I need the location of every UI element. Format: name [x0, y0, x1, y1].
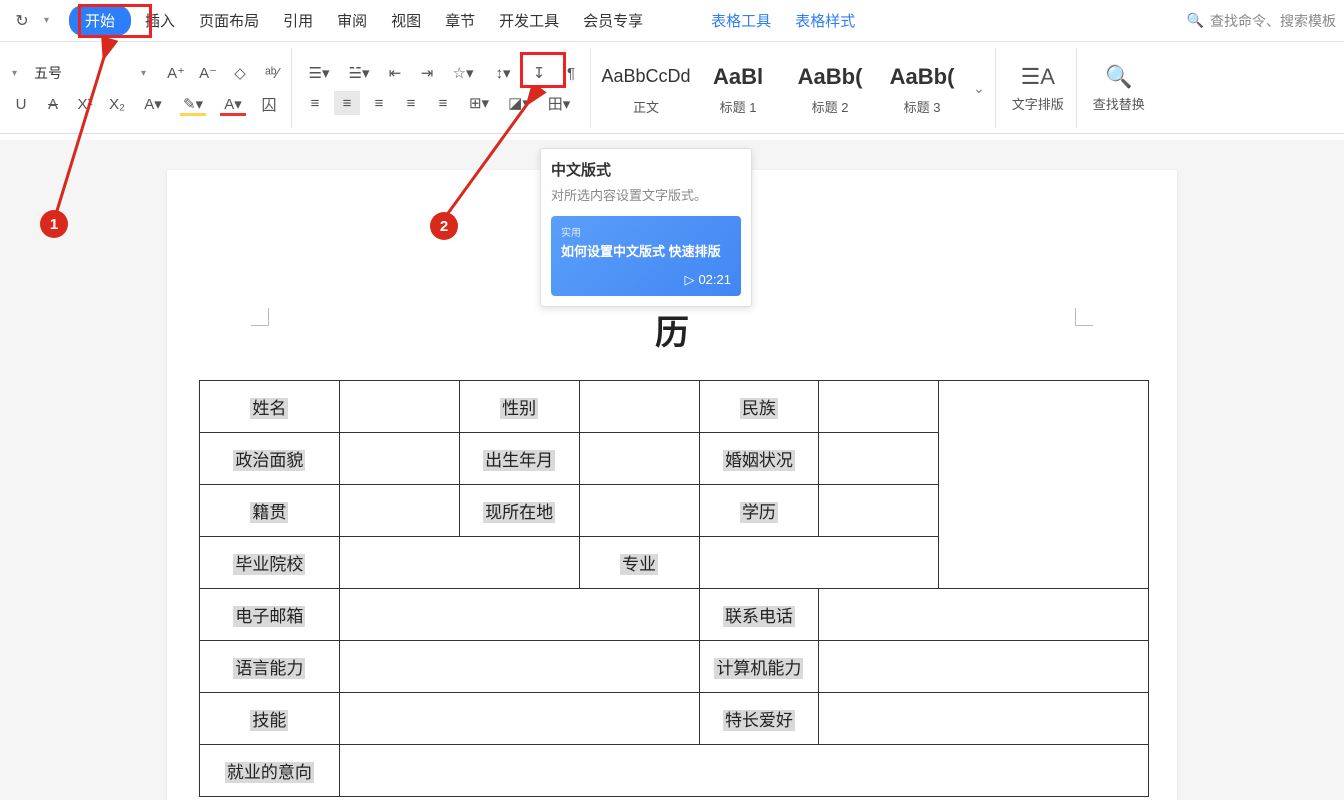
character-border-button[interactable]: 囚 [256, 92, 282, 116]
document-title-fragment: 历 [167, 305, 1177, 354]
callout-2: 2 [430, 212, 458, 240]
magnifier-icon: 🔍 [1105, 64, 1132, 90]
resume-table[interactable]: 姓名 性别 民族 政治面貌 出生年月 婚姻状况 籍贯 现所在地 学历 毕业院校 … [199, 380, 1149, 797]
bullets-button[interactable]: ☰▾ [302, 61, 336, 85]
increase-font-button[interactable]: A⁺ [163, 61, 189, 85]
shading-button[interactable]: ◪▾ [502, 91, 536, 115]
borders-button[interactable]: 田▾ [542, 91, 576, 115]
decrease-font-button[interactable]: A⁻ [195, 61, 221, 85]
font-size-selector[interactable]: 五号 ▾ [27, 60, 157, 86]
increase-indent-button[interactable]: ⇥ [414, 61, 440, 85]
paragraph-group: ☰▾ ☱▾ ⇤ ⇥ ☆▾ ↕▾ ↧ ¶ ≡ ≡ ≡ ≡ ≡ ⊞▾ ◪▾ 田▾ [296, 48, 591, 128]
find-replace-group[interactable]: 🔍 查找替换 [1081, 48, 1157, 128]
style-heading-2[interactable]: AaBb( 标题 2 [785, 61, 875, 116]
font-group: ▾ 五号 ▾ A⁺ A⁻ ◇ ᵃᵇ⁄ U A X² X₂ A▾ ✎▾ A▾ 囚 [2, 48, 292, 128]
callout-1: 1 [40, 210, 68, 238]
toolbar-ribbon: ▾ 五号 ▾ A⁺ A⁻ ◇ ᵃᵇ⁄ U A X² X₂ A▾ ✎▾ A▾ 囚 … [0, 42, 1344, 134]
redo-dropdown-icon[interactable]: ▾ [40, 15, 53, 26]
tab-references[interactable]: 引用 [273, 4, 323, 37]
tooltip-video-duration: ▷ 02:21 [684, 272, 731, 288]
table-row: 电子邮箱 联系电话 [200, 589, 1149, 641]
search-placeholder: 查找命令、搜索模板 [1210, 11, 1336, 31]
style-heading-3[interactable]: AaBb( 标题 3 [877, 61, 967, 116]
font-color-button[interactable]: A▾ [216, 92, 250, 116]
text-effect-button[interactable]: A▾ [136, 92, 170, 116]
subscript-button[interactable]: X₂ [104, 92, 130, 116]
tooltip-desc: 对所选内容设置文字版式。 [551, 186, 741, 206]
line-spacing-button[interactable]: ↕▾ [486, 61, 520, 85]
menubar: ↻ ▾ 开始 插入 页面布局 引用 审阅 视图 章节 开发工具 会员专享 表格工… [0, 0, 1344, 42]
tooltip-video-card[interactable]: 实用 如何设置中文版式 快速排版 ▷ 02:21 [551, 216, 741, 296]
table-row: 技能 特长爱好 [200, 693, 1149, 745]
tab-stops-button[interactable]: ⊞▾ [462, 91, 496, 115]
text-layout-icon: ☰A [1021, 64, 1055, 90]
tab-insert[interactable]: 插入 [135, 4, 185, 37]
tab-table-tools[interactable]: 表格工具 [701, 4, 781, 37]
tab-page-layout[interactable]: 页面布局 [189, 4, 269, 37]
tooltip-video-tag: 实用 [561, 224, 731, 239]
strikethrough-button[interactable]: A [40, 92, 66, 116]
align-left-button[interactable]: ≡ [302, 91, 328, 115]
chevron-down-icon: ▾ [137, 68, 150, 79]
table-row: 语言能力 计算机能力 [200, 641, 1149, 693]
show-marks-button[interactable]: ¶ [558, 61, 584, 85]
decrease-indent-button[interactable]: ⇤ [382, 61, 408, 85]
tab-start[interactable]: 开始 [69, 5, 131, 36]
style-normal[interactable]: AaBbCcDd 正文 [601, 61, 691, 116]
redo-icon[interactable]: ↻ [8, 9, 36, 33]
tooltip-video-title: 如何设置中文版式 快速排版 [561, 243, 731, 261]
text-layout-group[interactable]: ☰A 文字排版 [1000, 48, 1077, 128]
sort-button[interactable]: ↧ [526, 61, 552, 85]
text-layout-label: 文字排版 [1012, 94, 1064, 113]
phonetic-guide-button[interactable]: ᵃᵇ⁄ [259, 61, 285, 85]
tab-review[interactable]: 审阅 [327, 4, 377, 37]
tooltip-title: 中文版式 [551, 159, 741, 180]
play-icon: ▷ [684, 272, 694, 288]
tab-section[interactable]: 章节 [435, 4, 485, 37]
tab-member[interactable]: 会员专享 [573, 4, 653, 37]
tab-developer[interactable]: 开发工具 [489, 4, 569, 37]
superscript-button[interactable]: X² [72, 92, 98, 116]
numbering-button[interactable]: ☱▾ [342, 61, 376, 85]
align-justify-button[interactable]: ≡ [398, 91, 424, 115]
align-right-button[interactable]: ≡ [366, 91, 392, 115]
tab-table-style[interactable]: 表格样式 [785, 4, 865, 37]
chinese-layout-button[interactable]: ☆▾ [446, 61, 480, 85]
find-replace-label: 查找替换 [1093, 94, 1145, 113]
styles-more-icon[interactable]: ⌄ [969, 80, 989, 97]
search-icon: 🔍 [1187, 12, 1204, 29]
styles-gallery: AaBbCcDd 正文 AaBl 标题 1 AaBb( 标题 2 AaBb( 标… [595, 48, 996, 128]
font-family-dropdown-icon[interactable]: ▾ [8, 68, 21, 79]
table-row: 就业的意向 [200, 745, 1149, 797]
font-size-value: 五号 [34, 63, 62, 83]
table-row: 姓名 性别 民族 [200, 381, 1149, 433]
tab-view[interactable]: 视图 [381, 4, 431, 37]
underline-button[interactable]: U [8, 92, 34, 116]
align-center-button[interactable]: ≡ [334, 91, 360, 115]
search-box[interactable]: 🔍 查找命令、搜索模板 [1187, 11, 1336, 31]
chinese-layout-tooltip: 中文版式 对所选内容设置文字版式。 实用 如何设置中文版式 快速排版 ▷ 02:… [540, 148, 752, 307]
clear-format-button[interactable]: ◇ [227, 61, 253, 85]
align-distribute-button[interactable]: ≡ [430, 91, 456, 115]
highlight-color-button[interactable]: ✎▾ [176, 92, 210, 116]
style-heading-1[interactable]: AaBl 标题 1 [693, 61, 783, 116]
